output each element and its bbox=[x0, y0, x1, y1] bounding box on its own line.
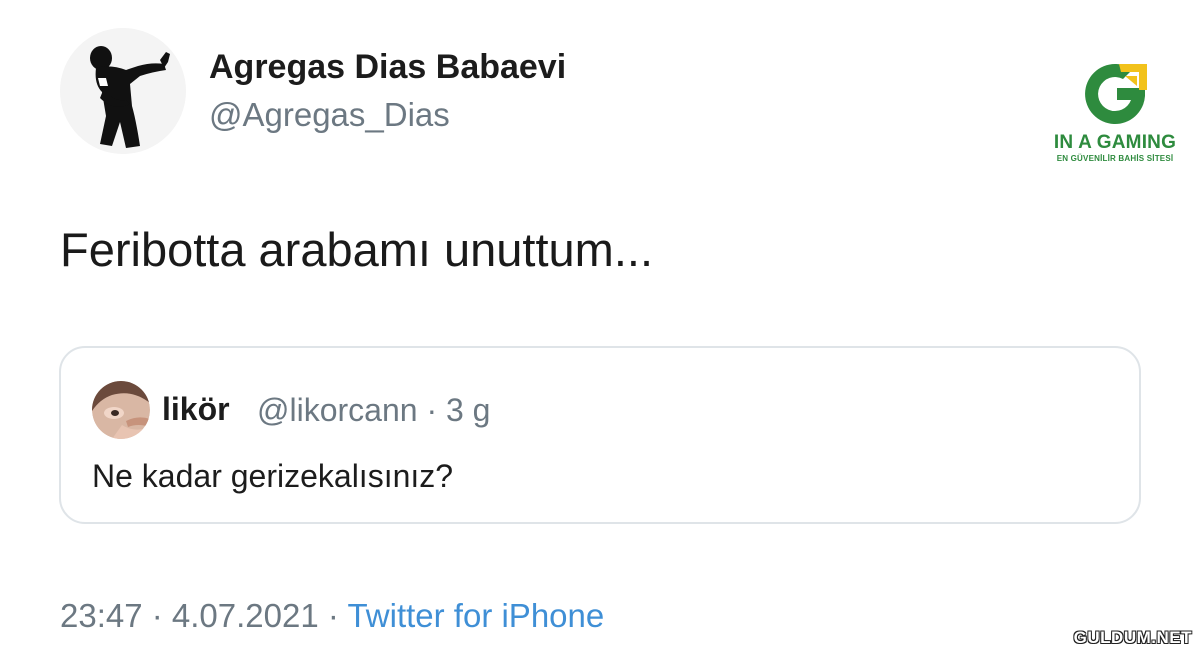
author-handle[interactable]: @Agregas_Dias bbox=[209, 96, 450, 134]
author-avatar[interactable] bbox=[60, 28, 186, 154]
tweet-timestamp[interactable]: 23:47 · 4.07.2021 · bbox=[60, 597, 347, 634]
brand-logo: IN A GAMING EN GÜVENİLİR BAHİS SİTESİ bbox=[1040, 58, 1190, 178]
tweet-footer: 23:47 · 4.07.2021 · Twitter for iPhone bbox=[60, 597, 604, 635]
brand-subtitle: EN GÜVENİLİR BAHİS SİTESİ bbox=[1056, 154, 1174, 163]
quoted-author-name[interactable]: likör bbox=[162, 391, 230, 428]
author-display-name[interactable]: Agregas Dias Babaevi bbox=[209, 48, 566, 87]
tweet-text: Feribotta arabamı unuttum... bbox=[60, 223, 654, 276]
quoted-tweet-text: Ne kadar gerizekalısınız? bbox=[92, 458, 454, 494]
dancing-silhouette-icon bbox=[60, 28, 186, 154]
tweet-source-link[interactable]: Twitter for iPhone bbox=[347, 597, 604, 634]
brand-title: IN A GAMING bbox=[1053, 132, 1177, 153]
quoted-author-avatar[interactable] bbox=[92, 381, 150, 439]
quoted-tweet-card[interactable]: likör @likorcann · 3 g Ne kadar gerizeka… bbox=[59, 346, 1141, 524]
face-photo-icon bbox=[92, 381, 150, 439]
quoted-author-meta: @likorcann · 3 g bbox=[257, 392, 491, 428]
site-watermark: GULDUM.NET bbox=[1073, 628, 1192, 647]
tweet-screenshot: Agregas Dias Babaevi @Agregas_Dias Ferib… bbox=[0, 0, 1200, 654]
g-letter-logo-icon bbox=[1085, 63, 1147, 124]
